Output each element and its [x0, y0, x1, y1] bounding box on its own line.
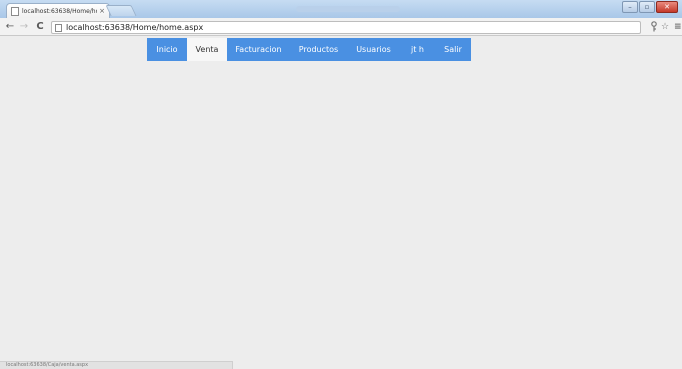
minimize-button[interactable]: – — [622, 1, 638, 13]
nav-item-usuarios[interactable]: Usuarios — [347, 38, 400, 61]
nav-item-inicio[interactable]: Inicio — [147, 38, 187, 61]
key-icon[interactable] — [650, 21, 658, 33]
tab-close-icon[interactable]: × — [99, 7, 105, 15]
page-icon — [55, 23, 62, 32]
link-status-bubble: localhost:63638/Caja/venta.aspx — [0, 361, 233, 369]
nav-item-jt-h[interactable]: jt h — [400, 38, 435, 61]
bookmark-star-icon[interactable]: ☆ — [660, 21, 670, 33]
window-title — [296, 6, 400, 12]
close-window-button[interactable]: ✕ — [656, 1, 678, 13]
browser-tab[interactable]: localhost:63638/Home/ho × — [6, 3, 110, 18]
nav-item-productos[interactable]: Productos — [290, 38, 347, 61]
page-favicon-icon — [11, 6, 19, 16]
nav-item-salir[interactable]: Salir — [435, 38, 471, 61]
browser-title-bar: localhost:63638/Home/ho × – ▫ ✕ — [0, 0, 682, 18]
back-arrow-icon[interactable]: ← — [4, 20, 16, 33]
main-nav-menu: Inicio Venta Facturacion Productos Usuar… — [147, 38, 471, 61]
new-tab-button[interactable] — [105, 5, 137, 16]
reload-icon[interactable]: C — [34, 20, 46, 33]
address-url[interactable]: localhost:63638/Home/home.aspx — [66, 23, 203, 32]
address-bar[interactable]: localhost:63638/Home/home.aspx — [51, 21, 641, 34]
nav-item-venta[interactable]: Venta — [187, 38, 227, 61]
tab-title: localhost:63638/Home/ho — [22, 7, 98, 15]
browser-menu-icon[interactable]: ≡ — [674, 21, 682, 33]
window-controls: – ▫ ✕ — [622, 1, 678, 13]
forward-arrow-icon[interactable]: → — [18, 20, 30, 33]
maximize-button[interactable]: ▫ — [639, 1, 655, 13]
nav-item-facturacion[interactable]: Facturacion — [227, 38, 290, 61]
browser-toolbar: ← → C localhost:63638/Home/home.aspx ☆ ≡ — [0, 18, 682, 36]
